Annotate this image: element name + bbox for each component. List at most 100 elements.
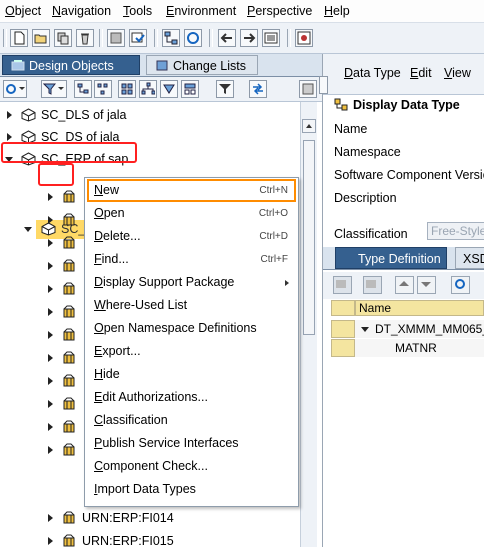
context-menu-shortcut: Ctrl+N [259, 185, 288, 196]
row-selector[interactable] [331, 320, 355, 338]
menu-object[interactable]: Object [5, 4, 41, 18]
grid-row[interactable]: DT_XMMM_MM065_ [355, 320, 484, 338]
expand-arrow-icon[interactable] [48, 285, 53, 293]
funnel-filter-icon[interactable] [216, 80, 234, 98]
menu-tools[interactable]: Tools [123, 4, 152, 18]
expand-arrow-icon[interactable] [48, 446, 53, 454]
collapse-arrow-icon[interactable] [361, 327, 369, 332]
check-object-icon[interactable] [129, 29, 147, 47]
insert-row-icon[interactable] [333, 276, 352, 294]
editor-toggle-icon[interactable] [319, 76, 328, 94]
tree-structure-icon[interactable] [139, 80, 157, 98]
namespace-icon [63, 511, 75, 524]
back-arrow-icon[interactable] [218, 29, 236, 47]
context-menu-item-label: Import Data Types [94, 482, 196, 496]
forward-arrow-icon[interactable] [240, 29, 258, 47]
new-document-icon[interactable] [10, 29, 28, 47]
field-label-classification: Classification [334, 227, 408, 241]
toolbar-grip [3, 29, 7, 47]
context-menu-item-component-check[interactable]: Component Check... [87, 455, 296, 478]
tab-type-definition[interactable]: Type Definition [335, 247, 447, 269]
scroll-up-button[interactable] [302, 119, 316, 133]
context-menu-item-classification[interactable]: Classification [87, 409, 296, 432]
context-menu-item-edit-authorizations[interactable]: Edit Authorizations... [87, 386, 296, 409]
tab-design-objects[interactable]: Design Objects [2, 55, 140, 75]
grid-row[interactable]: MATNR [355, 339, 484, 357]
delete-trash-icon[interactable] [76, 29, 94, 47]
expand-arrow-icon[interactable] [48, 400, 53, 408]
tab-change-lists-label: Change Lists [173, 59, 246, 73]
tree-scrollbar[interactable] [300, 102, 317, 547]
history-icon[interactable] [295, 29, 313, 47]
context-menu-item-open-namespace-definitions[interactable]: Open Namespace Definitions [87, 317, 296, 340]
tree-hierarchy-icon[interactable] [74, 80, 92, 98]
tree-grid-icon[interactable] [118, 80, 136, 98]
menu-data-type[interactable]: Data Type [344, 66, 401, 80]
list-view-icon[interactable] [262, 29, 280, 47]
context-menu-item-label: Classification [94, 413, 168, 427]
context-menu-item-new[interactable]: New Ctrl+N [87, 179, 296, 202]
context-menu-item-delete[interactable]: Delete... Ctrl+D [87, 225, 296, 248]
context-menu-item-hide[interactable]: Hide [87, 363, 296, 386]
menu-environment[interactable]: Environment [166, 4, 236, 18]
classification-select[interactable]: Free-Style [427, 222, 484, 240]
tree-item-label: SC_DLS of jala [41, 108, 127, 122]
expand-arrow-icon[interactable] [48, 377, 53, 385]
context-menu-item-open[interactable]: Open Ctrl+O [87, 202, 296, 225]
expand-arrow-icon[interactable] [48, 537, 53, 545]
row-selector[interactable] [331, 339, 355, 357]
tab-design-objects-label: Design Objects [29, 59, 114, 73]
expand-all-icon[interactable] [94, 80, 112, 98]
field-label-name: Name [334, 122, 368, 136]
open-folder-icon[interactable] [32, 29, 50, 47]
expand-arrow-icon[interactable] [48, 354, 53, 362]
expand-arrow-icon[interactable] [48, 331, 53, 339]
tree-item-sc-dls[interactable]: SC_DLS of jala [0, 104, 300, 126]
move-up-icon[interactable] [395, 276, 414, 294]
context-menu-item-export[interactable]: Export... [87, 340, 296, 363]
context-menu-item-publish-service-interfaces[interactable]: Publish Service Interfaces [87, 432, 296, 455]
scroll-thumb[interactable] [303, 140, 315, 335]
collapse-icon[interactable] [160, 80, 178, 98]
move-down-icon[interactable] [417, 276, 436, 294]
menu-navigation[interactable]: Navigation [52, 4, 111, 18]
hierarchy-icon[interactable] [162, 29, 180, 47]
menu-view[interactable]: View [444, 66, 471, 80]
tree-item-urn-fi015[interactable]: URN:ERP:FI015 [0, 530, 300, 552]
grid-options-icon[interactable] [363, 276, 382, 294]
filter-button[interactable] [41, 80, 67, 98]
tab-xsd[interactable]: XSD [455, 247, 484, 269]
namespace-icon [63, 236, 75, 249]
grid-copy-icon[interactable] [107, 29, 125, 47]
expand-arrow-icon[interactable] [48, 262, 53, 270]
expand-arrow-icon[interactable] [7, 111, 12, 119]
context-menu-item-label: Open Namespace Definitions [94, 321, 257, 335]
copy-icon[interactable] [54, 29, 72, 47]
expand-arrow-icon[interactable] [48, 193, 53, 201]
context-menu-item-label: Publish Service Interfaces [94, 436, 239, 450]
refresh-tree-button[interactable] [3, 80, 27, 98]
tab-change-lists[interactable]: Change Lists [146, 55, 258, 75]
menu-perspective[interactable]: Perspective [247, 4, 312, 18]
context-menu-item-import-data-types[interactable]: Import Data Types [87, 478, 296, 501]
expand-arrow-icon[interactable] [48, 423, 53, 431]
menu-help[interactable]: Help [324, 4, 350, 18]
expand-arrow-icon[interactable] [48, 514, 53, 522]
expand-arrow-icon[interactable] [48, 239, 53, 247]
link-editor-icon[interactable] [249, 80, 267, 98]
context-menu-item-find[interactable]: Find... Ctrl+F [87, 248, 296, 271]
expand-arrow-icon[interactable] [7, 133, 12, 141]
layout-icon[interactable] [181, 80, 199, 98]
refresh-icon[interactable] [184, 29, 202, 47]
context-menu-item-label: Find... [94, 252, 129, 266]
context-menu-item-display-support-package[interactable]: Display Support Package [87, 271, 296, 294]
expand-arrow-icon[interactable] [48, 216, 53, 224]
refresh-grid-icon[interactable] [451, 276, 470, 294]
namespace-icon [63, 328, 75, 341]
namespace-icon [63, 351, 75, 364]
expand-arrow-icon[interactable] [48, 308, 53, 316]
context-menu-item-where-used-list[interactable]: Where-Used List [87, 294, 296, 317]
menu-edit[interactable]: Edit [410, 66, 432, 80]
panel-close-icon[interactable] [299, 80, 317, 98]
tree-item-urn-fi014[interactable]: URN:ERP:FI014 [0, 507, 300, 529]
